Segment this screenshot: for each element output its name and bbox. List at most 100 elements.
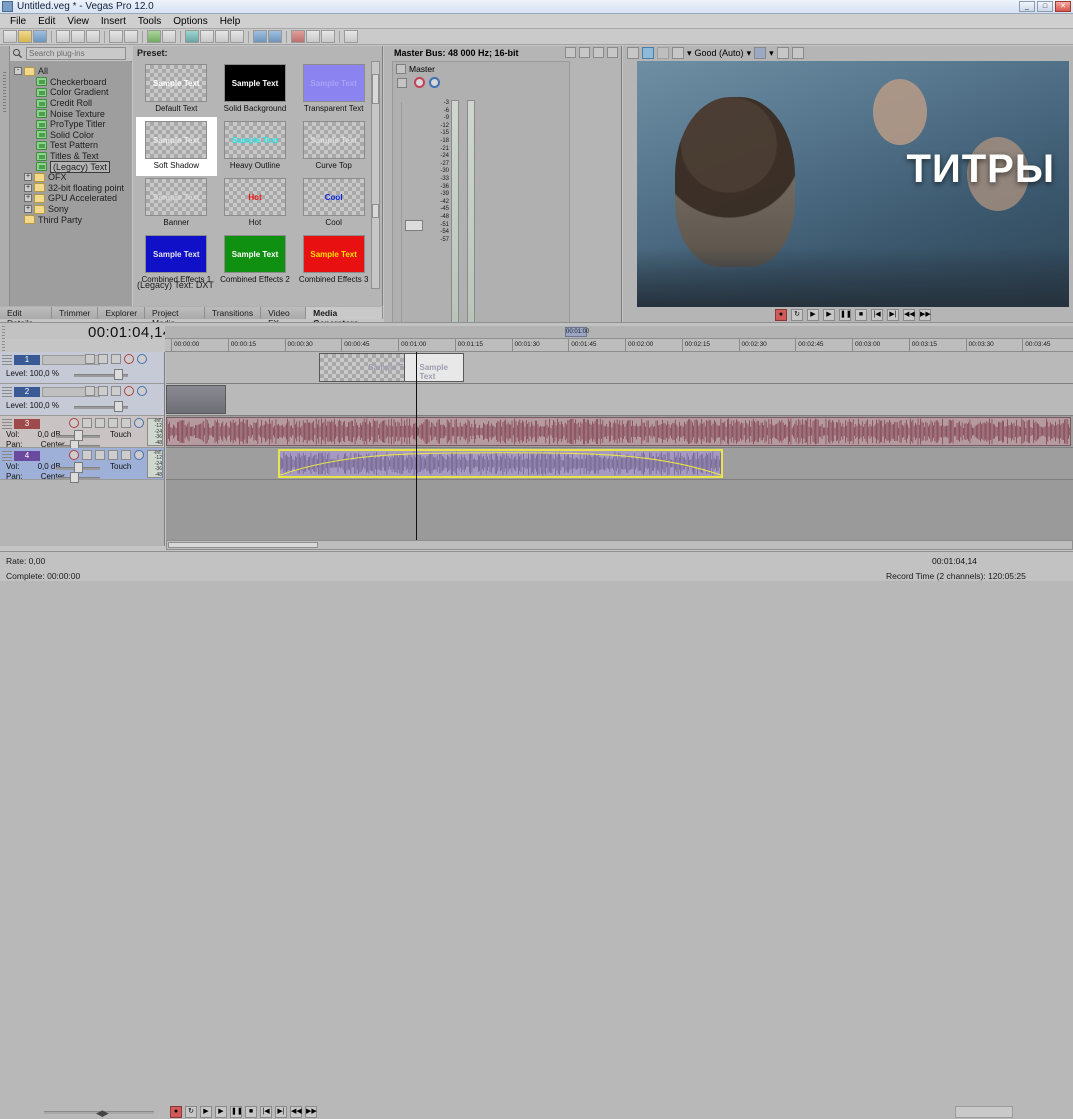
close-button[interactable]: ✕: [1055, 1, 1071, 12]
preset-item-curve-top[interactable]: Sample Text Curve Top: [294, 118, 373, 175]
track-level-slider-knob-2[interactable]: [114, 401, 123, 412]
tree-expander-icon[interactable]: +: [24, 183, 32, 192]
preset-item-combined-effects-3[interactable]: Sample Text Combined Effects 3: [294, 232, 373, 289]
overlays-icon[interactable]: [754, 47, 767, 59]
tree-expander-icon[interactable]: +: [24, 205, 32, 214]
redo-icon[interactable]: [124, 30, 138, 43]
preset-item-hot[interactable]: Hot Hot: [216, 175, 295, 232]
loop-playback-button[interactable]: ↻: [791, 309, 803, 321]
plugin-search-input[interactable]: Search plug-ins: [26, 47, 126, 60]
paste-icon[interactable]: [86, 30, 100, 43]
timeline-previous-frame-button[interactable]: ◀◀: [290, 1106, 302, 1118]
preset-grid[interactable]: Sample Text Default Text Sample Text Solid …: [136, 61, 373, 289]
preset-scroll-thumb[interactable]: [372, 74, 379, 104]
preset-thumbnail[interactable]: Sample Text: [302, 64, 365, 102]
preview-scale-chevron-icon[interactable]: ▾: [747, 48, 752, 59]
play-button[interactable]: ▶: [823, 309, 835, 321]
preset-item-soft-shadow[interactable]: Sample Text Soft Shadow: [136, 117, 217, 176]
mixer-layout-icon[interactable]: [565, 47, 576, 58]
menu-item-insert[interactable]: Insert: [95, 15, 132, 28]
menu-item-help[interactable]: Help: [214, 15, 247, 28]
open-project-icon[interactable]: [18, 30, 32, 43]
track-header-3[interactable]: 3 -Inf. -12 -24 -36 -48 Vol: 0,0 dB Pan: Cen…: [0, 416, 164, 451]
track-solo-icon-3[interactable]: [134, 418, 144, 428]
track-motion-icon-1[interactable]: [98, 354, 108, 364]
tree-item-noise-texture[interactable]: Noise Texture: [36, 108, 132, 119]
track-grip-icon[interactable]: [2, 355, 12, 365]
master-fader-handle[interactable]: [405, 220, 423, 231]
phase-invert-icon[interactable]: [397, 77, 407, 88]
tree-expander-icon[interactable]: +: [24, 173, 32, 182]
track-mute-icon-3[interactable]: [121, 418, 131, 428]
tab-video-fx[interactable]: Video FX: [261, 307, 307, 328]
go-to-end-button[interactable]: ▶|: [887, 309, 899, 321]
mixer-downmix-icon[interactable]: [593, 47, 604, 58]
timeline-next-frame-button[interactable]: ▶▶: [305, 1106, 317, 1118]
timeline-marker[interactable]: 00:01:00: [565, 327, 589, 337]
stop-button[interactable]: ■: [855, 309, 867, 321]
render-as-icon[interactable]: [268, 30, 282, 43]
menu-item-options[interactable]: Options: [167, 15, 213, 28]
project-video-properties-icon[interactable]: [627, 47, 639, 59]
play-from-start-button[interactable]: ▶: [807, 309, 819, 321]
tree-item-ofx[interactable]: + OFX: [24, 172, 132, 183]
tab-trimmer[interactable]: Trimmer: [52, 307, 99, 319]
track-invert-phase-icon-3[interactable]: [108, 418, 118, 428]
plugin-tree[interactable]: - All Checkerboard Color Gradient Credit Rol…: [10, 62, 132, 306]
preset-thumbnail[interactable]: Sample Text: [145, 64, 208, 102]
minimize-button[interactable]: _: [1019, 1, 1035, 12]
preset-thumbnail[interactable]: Cool: [302, 178, 365, 216]
track-fx-icon-4[interactable]: [95, 450, 105, 460]
track-fx-icon-3[interactable]: [95, 418, 105, 428]
timeline-pause-button[interactable]: ❚❚: [230, 1106, 243, 1118]
master-pan-knob[interactable]: [429, 77, 440, 88]
track-arm-record-icon-3[interactable]: [69, 418, 79, 428]
preset-thumbnail[interactable]: Sample Text: [145, 178, 208, 216]
timeline-go-to-end-button[interactable]: ▶|: [275, 1106, 287, 1118]
preview-quality-icon[interactable]: [672, 47, 684, 59]
panel-grip[interactable]: [0, 46, 10, 306]
timeline-event-video-1[interactable]: [166, 385, 226, 414]
enable-snapping-icon[interactable]: [147, 30, 161, 43]
transport-timecode[interactable]: 00:01:04,14: [932, 556, 977, 566]
tree-expander-icon[interactable]: +: [24, 194, 32, 203]
master-fader-track[interactable]: [401, 102, 411, 332]
new-project-icon[interactable]: [3, 30, 17, 43]
timeline-event-audio-2[interactable]: [278, 449, 723, 478]
track-solo-icon-2[interactable]: [137, 386, 147, 396]
cut-icon[interactable]: [56, 30, 70, 43]
zoom-edit-tool-icon[interactable]: [230, 30, 244, 43]
track-automation-mode-3[interactable]: Touch: [110, 430, 131, 439]
tree-item-32-bit-floating-point[interactable]: +32-bit floating point: [24, 183, 132, 194]
preset-scroll-thumb-lower[interactable]: [372, 204, 379, 218]
preset-item-solid-background[interactable]: Sample Text Solid Background: [216, 61, 295, 118]
timeline-record-button[interactable]: ●: [170, 1106, 182, 1118]
track-pan-slider-knob-4[interactable]: [70, 472, 79, 483]
preview-quality-value[interactable]: Good (Auto): [695, 48, 744, 58]
tree-item-color-gradient[interactable]: Color Gradient: [36, 87, 132, 98]
preset-thumbnail[interactable]: Sample Text: [302, 235, 365, 273]
preset-item-default-text[interactable]: Sample Text Default Text: [137, 61, 216, 118]
timeline-track-1[interactable]: Sample Text Sample Text: [166, 352, 1073, 384]
envelope-edit-tool-icon[interactable]: [200, 30, 214, 43]
project-properties-icon[interactable]: [253, 30, 267, 43]
track-grip-icon[interactable]: [2, 419, 12, 429]
track-header-2[interactable]: 2 Level: 100,0 %: [0, 384, 164, 416]
track-grip-icon[interactable]: [2, 451, 12, 461]
save-project-icon[interactable]: [33, 30, 47, 43]
preview-on-external-monitor-icon[interactable]: [642, 47, 654, 59]
preset-thumbnail[interactable]: Hot: [223, 178, 286, 216]
tree-item-gpu-accelerated[interactable]: + GPU Accelerated: [24, 193, 132, 204]
timeline-play-from-start-button[interactable]: ▶: [200, 1106, 212, 1118]
timeline-track-3[interactable]: [166, 416, 1073, 448]
preset-scrollbar[interactable]: [371, 61, 380, 289]
preview-video-frame[interactable]: ТИТРЫ: [637, 61, 1069, 307]
tree-expander-icon[interactable]: -: [14, 67, 22, 76]
bus-type-icon[interactable]: [396, 64, 406, 74]
track-fx-icon-1[interactable]: [85, 354, 95, 364]
rate-slider-handle-icon[interactable]: ◀▶: [96, 1108, 109, 1119]
auto-ripple-icon[interactable]: [162, 30, 176, 43]
preset-item-transparent-text[interactable]: Sample Text Transparent Text: [294, 61, 373, 118]
timeline-stop-button[interactable]: ■: [245, 1106, 257, 1118]
menu-item-view[interactable]: View: [61, 15, 95, 28]
